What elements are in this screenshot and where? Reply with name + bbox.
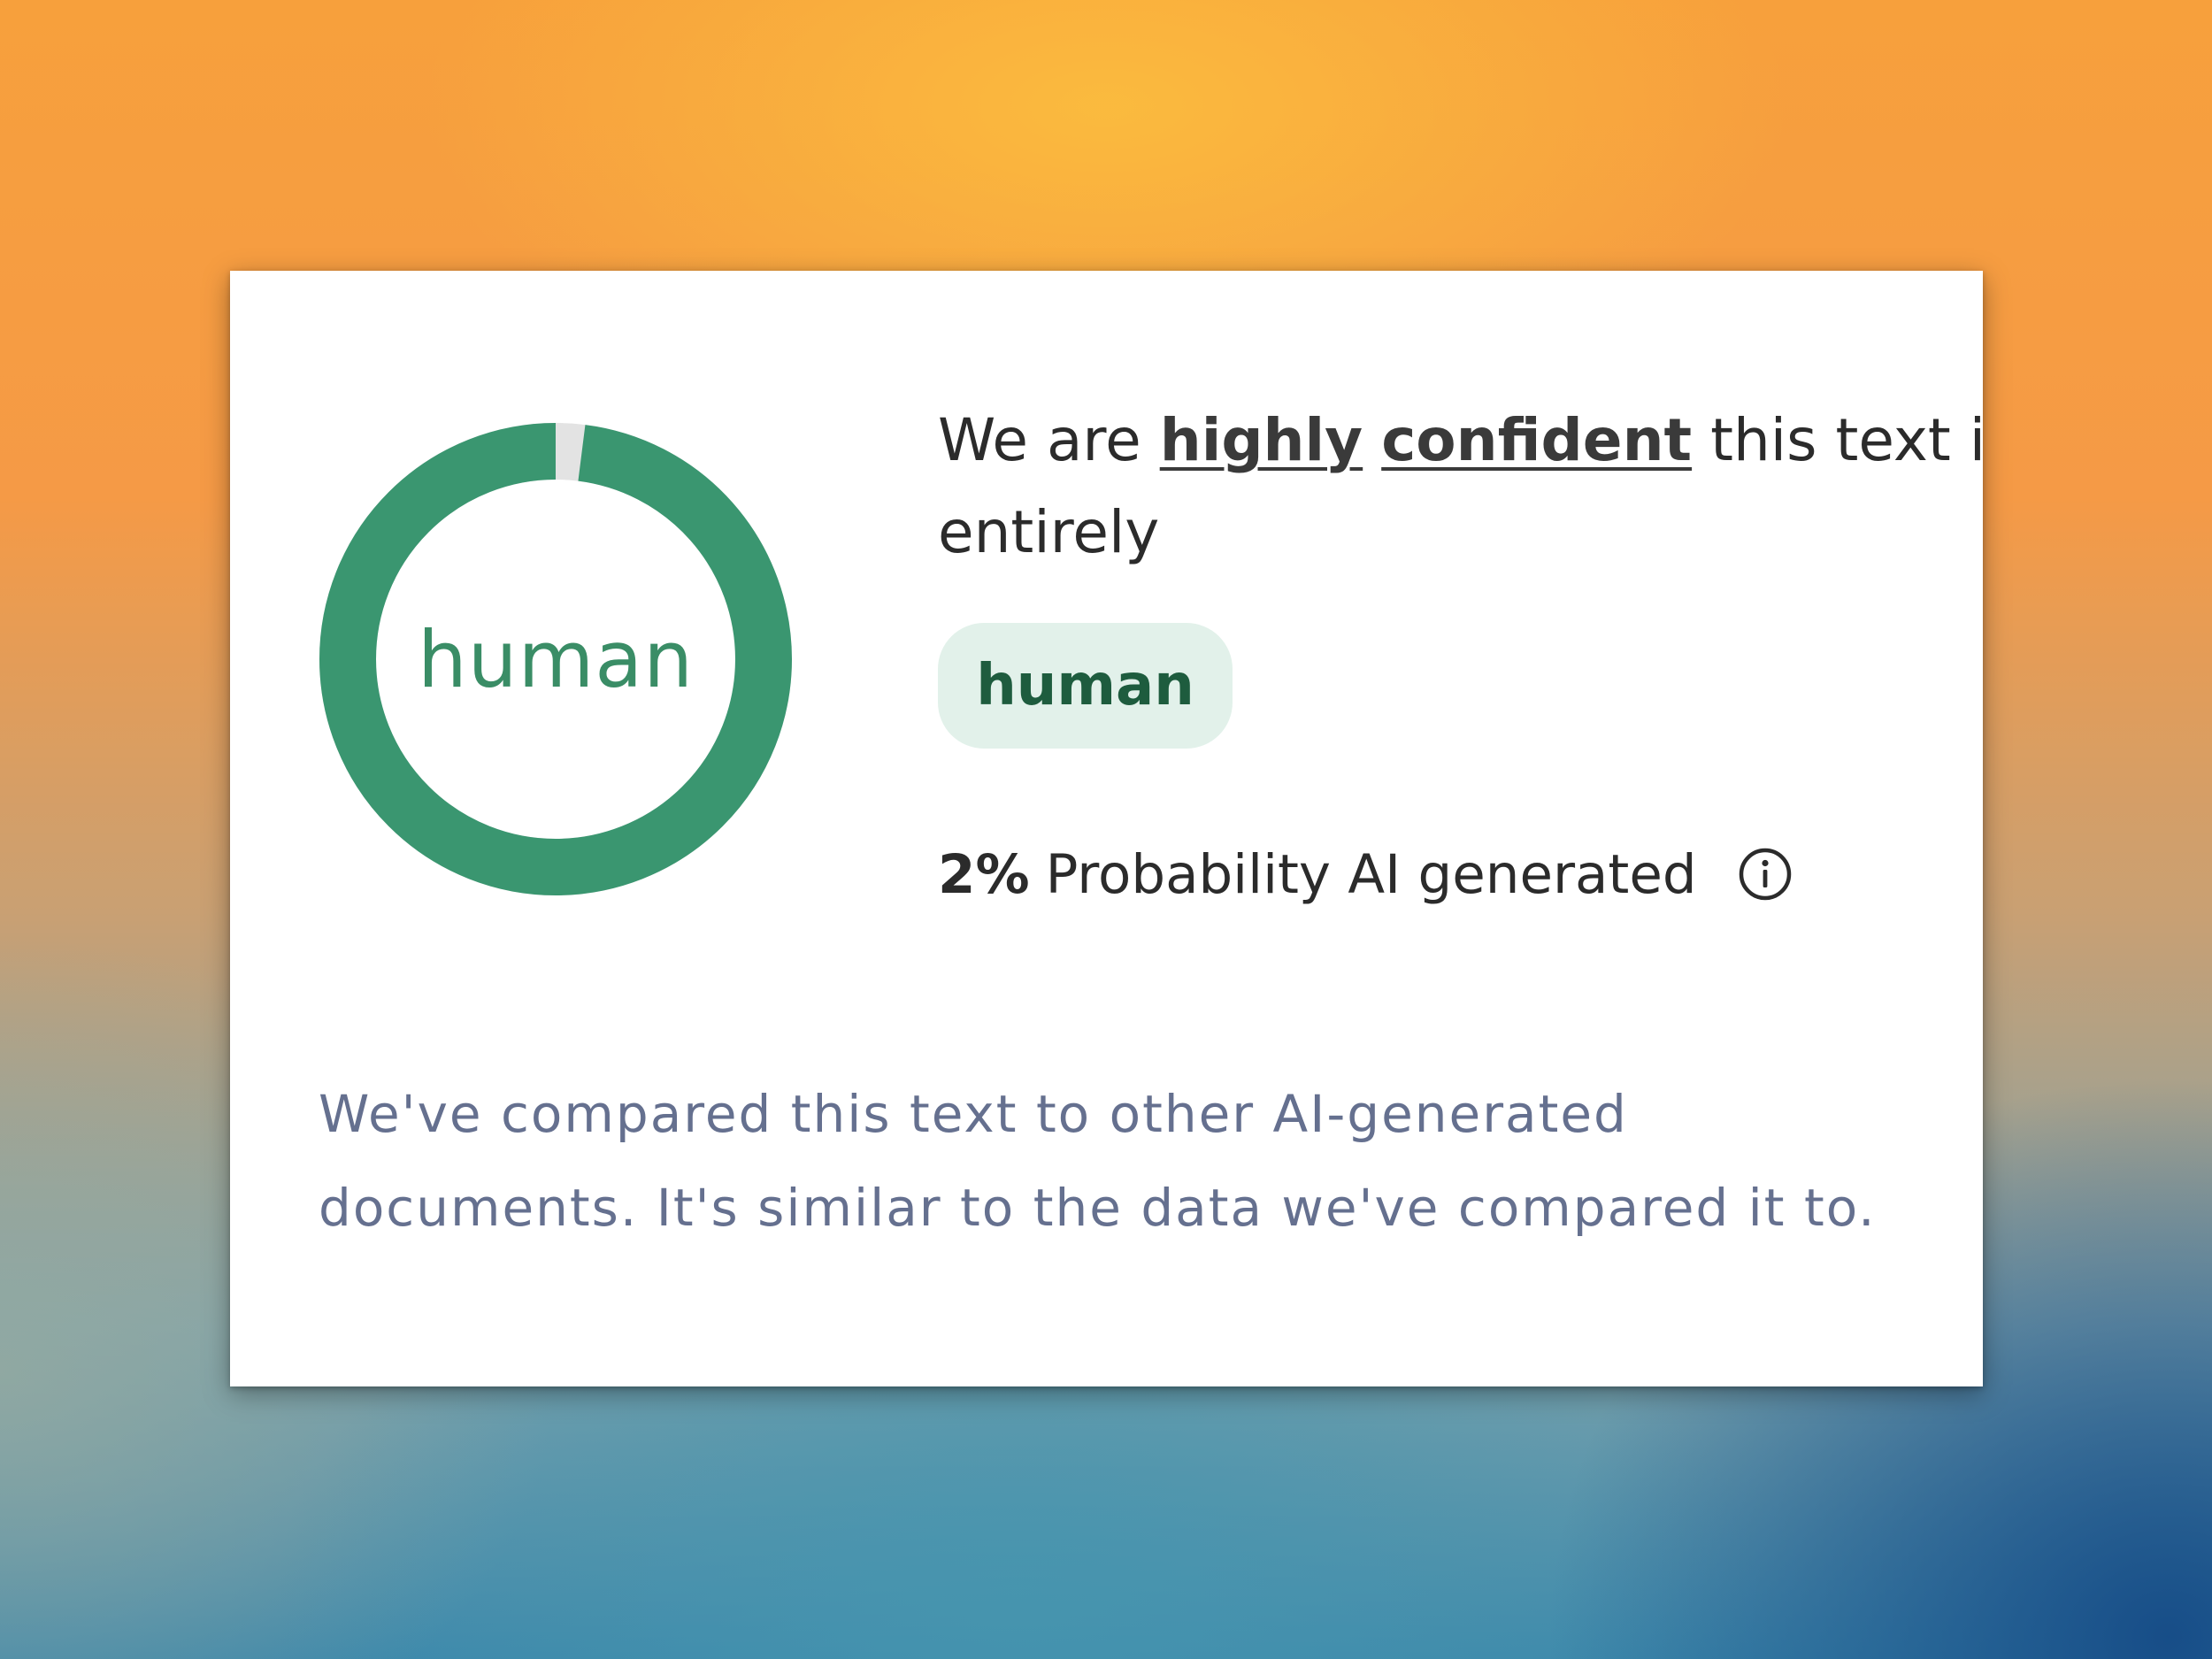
headline-text-middle: this text is: [1710, 406, 1983, 474]
description-line-2: documents. It's similar to the data we'v…: [319, 1178, 1877, 1238]
confidence-headline: We are highly confident this text is ent…: [938, 395, 1983, 579]
description-line-1: We've compared this text to other AI-gen…: [319, 1084, 1628, 1144]
ai-probability-value: 2%: [938, 842, 1030, 906]
probability-donut-chart: human: [317, 420, 795, 898]
headline-emphasis-highly[interactable]: highly: [1160, 406, 1363, 474]
headline-text-start: We are: [938, 406, 1160, 474]
donut-center-label: human: [418, 613, 694, 705]
headline-text-end: entirely: [938, 498, 1160, 566]
comparison-description: We've compared this text to other AI-gen…: [319, 1067, 1955, 1255]
result-card: human We are highly confident this text …: [230, 271, 1983, 1386]
headline-emphasis-confident[interactable]: confident: [1381, 406, 1692, 474]
classification-badge: human: [938, 623, 1233, 749]
info-icon-svg: [1739, 848, 1791, 901]
ai-probability-label: Probability AI generated: [1045, 842, 1697, 906]
ai-probability-row: 2% Probability AI generated: [938, 830, 1793, 918]
info-circle-icon[interactable]: [1737, 846, 1793, 902]
